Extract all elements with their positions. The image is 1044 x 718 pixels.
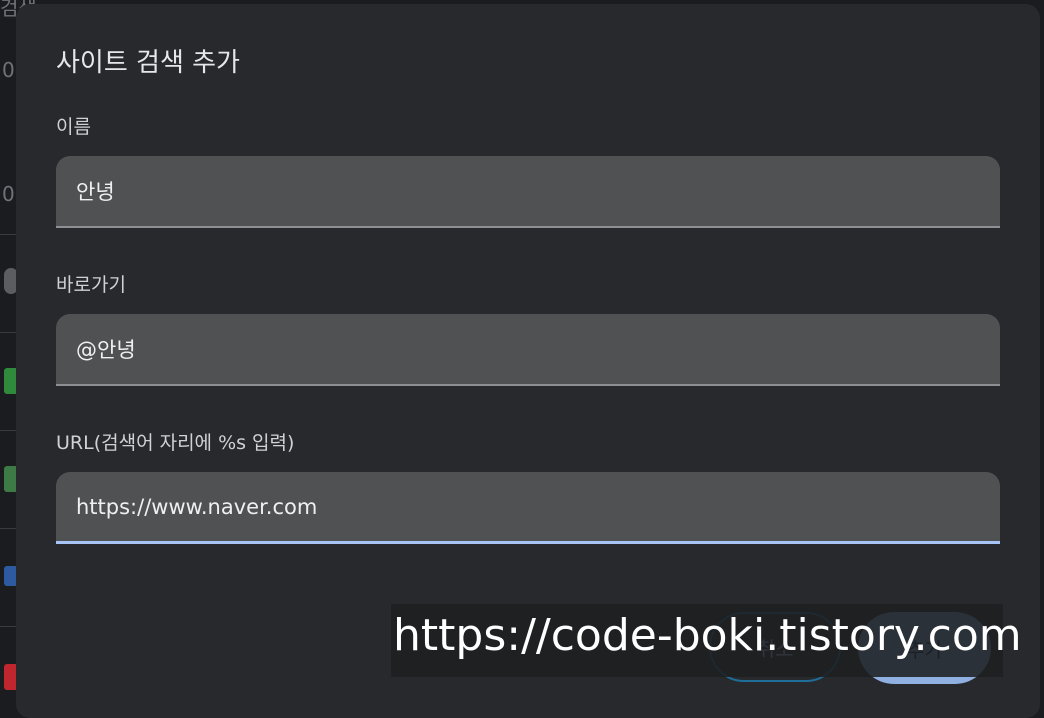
name-label: 이름	[56, 116, 91, 138]
background-divider	[0, 234, 16, 235]
url-field[interactable]	[56, 472, 1000, 544]
dialog-title: 사이트 검색 추가	[56, 48, 240, 78]
background-divider	[0, 528, 16, 529]
url-input[interactable]	[76, 472, 976, 542]
shortcut-input[interactable]	[76, 314, 976, 384]
shortcut-field[interactable]	[56, 314, 1000, 386]
background-divider	[0, 332, 16, 333]
name-input[interactable]	[76, 156, 976, 226]
background-text: 0	[2, 182, 15, 206]
background-text: 0	[2, 58, 15, 82]
background-divider	[0, 626, 16, 627]
shortcut-label: 바로가기	[56, 274, 126, 296]
watermark-overlay: https://code-boki.tistory.com	[391, 604, 1022, 677]
url-label: URL(검색어 자리에 %s 입력)	[56, 432, 295, 454]
name-field[interactable]	[56, 156, 1000, 228]
background-divider	[0, 430, 16, 431]
